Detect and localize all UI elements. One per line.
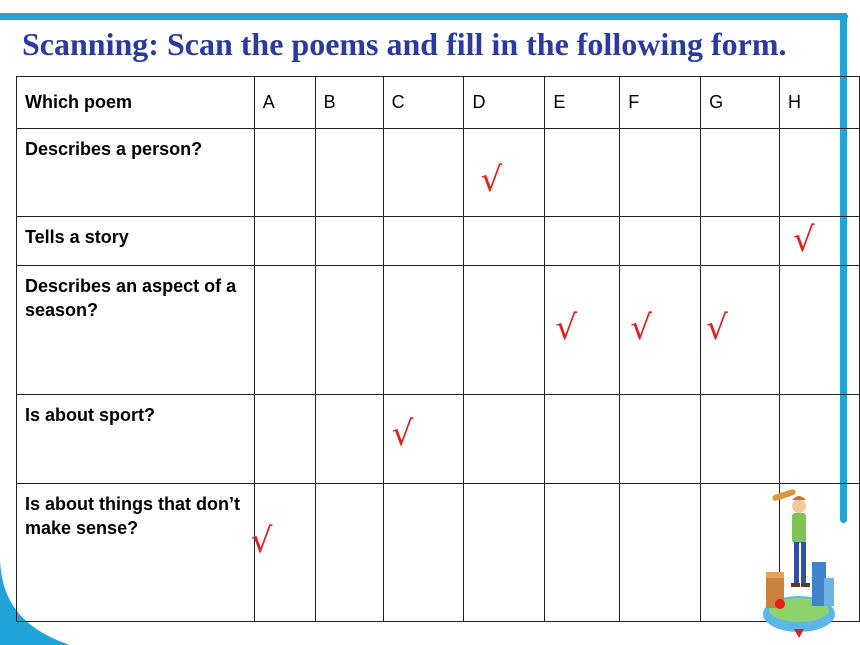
answer-cell <box>253 265 316 395</box>
answer-cell <box>382 216 465 266</box>
table-row: Tells a story √ <box>16 216 860 266</box>
answer-cell <box>700 128 781 217</box>
answer-cell <box>779 394 860 484</box>
header-cell-a: A <box>253 76 316 129</box>
table-row: Describes an aspect of a season? √ √ √ <box>16 265 860 395</box>
header-cell-which-poem: Which poem <box>16 76 255 129</box>
table-row: Describes a person? √ <box>16 128 860 217</box>
answer-cell <box>314 128 384 217</box>
answer-cell <box>619 128 702 217</box>
answer-cell: √ <box>619 265 702 395</box>
table-row: Is about things that don’t make sense? √ <box>16 483 860 622</box>
header-cell-e: E <box>544 76 621 129</box>
answer-cell <box>779 128 860 217</box>
answer-cell <box>779 265 860 395</box>
answer-cell <box>700 216 781 266</box>
answer-cell <box>314 216 384 266</box>
header-cell-b: B <box>314 76 384 129</box>
question-cell: Describes an aspect of a season? <box>16 265 255 395</box>
header-cell-g: G <box>700 76 781 129</box>
header-row: Which poem A B C D E F G H <box>16 76 860 129</box>
question-cell: Is about things that don’t make sense? <box>16 483 255 622</box>
answer-cell <box>619 483 702 622</box>
answer-cell <box>619 394 702 484</box>
check-mark: √ <box>480 160 503 200</box>
check-mark: √ <box>630 308 652 348</box>
table-row: Is about sport? √ <box>16 394 860 484</box>
check-mark: √ <box>391 414 414 454</box>
answer-cell <box>544 128 621 217</box>
answer-cell: √ <box>779 216 860 266</box>
poem-form-table: Which poem A B C D E F G H Describes a p… <box>16 76 860 622</box>
answer-cell <box>544 483 621 622</box>
answer-cell <box>544 216 621 266</box>
answer-cell <box>382 483 465 622</box>
header-cell-d: D <box>463 76 546 129</box>
slide-title: Scanning: Scan the poems and fill in the… <box>22 26 787 62</box>
answer-cell <box>253 216 316 266</box>
answer-cell <box>314 483 384 622</box>
answer-cell <box>463 483 546 622</box>
answer-cell <box>253 128 316 217</box>
answer-cell: √ <box>544 265 621 395</box>
answer-cell <box>253 394 316 484</box>
answer-cell: √ <box>700 265 781 395</box>
answer-cell: √ <box>250 483 316 622</box>
answer-cell <box>382 265 465 395</box>
answer-cell: √ <box>463 128 546 217</box>
check-mark: √ <box>706 308 728 348</box>
answer-cell <box>314 394 384 484</box>
answer-cell <box>463 216 546 266</box>
answer-cell <box>700 394 781 484</box>
answer-cell <box>382 128 465 217</box>
check-mark: √ <box>250 521 273 561</box>
answer-cell <box>463 265 546 395</box>
header-cell-f: F <box>619 76 702 129</box>
question-cell: Is about sport? <box>16 394 255 484</box>
header-cell-c: C <box>382 76 465 129</box>
answer-cell <box>619 216 702 266</box>
answer-cell <box>463 394 546 484</box>
header-cell-h: H <box>779 76 860 129</box>
answer-cell <box>544 394 621 484</box>
answer-cell: √ <box>382 394 465 484</box>
question-cell: Tells a story <box>16 216 255 266</box>
question-cell: Describes a person? <box>16 128 255 217</box>
check-mark: √ <box>793 220 815 260</box>
telescope-boy-clipart <box>763 489 835 638</box>
top-accent-bar <box>0 13 848 20</box>
answer-cell <box>314 265 384 395</box>
check-mark: √ <box>555 308 578 348</box>
